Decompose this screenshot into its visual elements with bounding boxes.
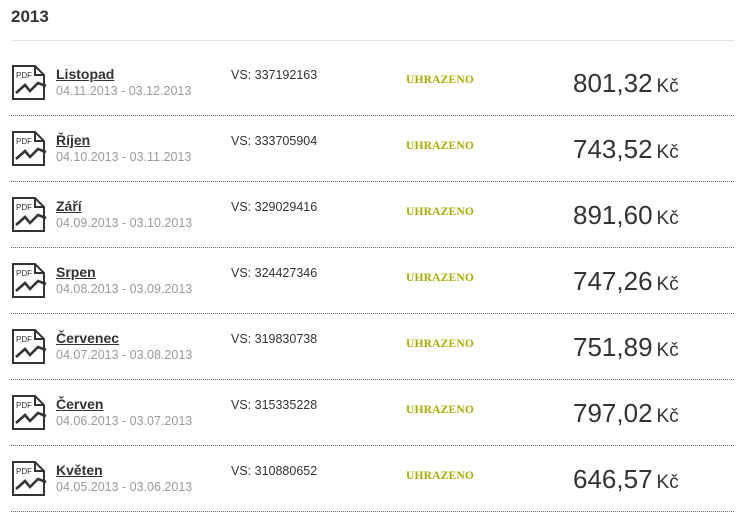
billing-period: 04.06.2013 - 03.07.2013	[56, 414, 193, 428]
invoice-amount: 801,32 Kč	[573, 68, 679, 99]
amount-value: 747,26	[573, 266, 653, 296]
invoice-row: PDF Červenec 04.07.2013 - 03.08.2013 VS:…	[11, 314, 734, 380]
invoice-amount: 751,89 Kč	[573, 332, 679, 363]
invoice-amount: 646,57 Kč	[573, 464, 679, 495]
status-badge: UHRAZENO	[406, 470, 475, 482]
svg-text:PDF: PDF	[16, 203, 32, 212]
invoice-row: PDF Listopad 04.11.2013 - 03.12.2013 VS:…	[11, 50, 734, 116]
invoice-list: PDF Listopad 04.11.2013 - 03.12.2013 VS:…	[11, 50, 734, 512]
svg-text:PDF: PDF	[16, 401, 32, 410]
status-badge: UHRAZENO	[406, 272, 475, 284]
invoice-row: PDF Srpen 04.08.2013 - 03.09.2013 VS: 32…	[11, 248, 734, 314]
pdf-icon-graphic: PDF	[12, 395, 47, 430]
invoice-row: PDF Říjen 04.10.2013 - 03.11.2013 VS: 33…	[11, 116, 734, 182]
status-badge: UHRAZENO	[406, 74, 475, 86]
pdf-icon[interactable]: PDF	[11, 64, 48, 101]
invoice-month-link[interactable]: Listopad	[56, 66, 114, 82]
billing-period: 04.11.2013 - 03.12.2013	[56, 84, 192, 98]
amount-value: 797,02	[573, 398, 653, 428]
invoice-row: PDF Červen 04.06.2013 - 03.07.2013 VS: 3…	[11, 380, 734, 446]
amount-currency: Kč	[656, 208, 679, 229]
invoice-row: PDF Září 04.09.2013 - 03.10.2013 VS: 329…	[11, 182, 734, 248]
pdf-icon[interactable]: PDF	[11, 196, 48, 233]
pdf-icon-graphic: PDF	[12, 263, 47, 298]
invoice-month-link[interactable]: Září	[56, 198, 82, 214]
billing-period: 04.08.2013 - 03.09.2013	[56, 282, 193, 296]
svg-text:PDF: PDF	[16, 137, 32, 146]
amount-currency: Kč	[656, 76, 679, 97]
variable-symbol: VS: 329029416	[231, 200, 318, 214]
svg-text:PDF: PDF	[16, 269, 32, 278]
variable-symbol: VS: 315335228	[231, 398, 318, 412]
amount-currency: Kč	[656, 340, 679, 361]
invoice-month-link[interactable]: Červen	[56, 396, 103, 412]
billing-period: 04.05.2013 - 03.06.2013	[56, 480, 193, 494]
pdf-icon-graphic: PDF	[12, 65, 47, 100]
amount-currency: Kč	[656, 472, 679, 493]
svg-text:PDF: PDF	[16, 335, 32, 344]
invoice-month-link[interactable]: Červenec	[56, 330, 119, 346]
pdf-icon[interactable]: PDF	[11, 328, 48, 365]
billing-period: 04.10.2013 - 03.11.2013	[56, 150, 192, 164]
invoice-row: PDF Květen 04.05.2013 - 03.06.2013 VS: 3…	[11, 446, 734, 512]
year-heading: 2013	[11, 7, 49, 26]
amount-value: 743,52	[573, 134, 653, 164]
pdf-icon-graphic: PDF	[12, 131, 47, 166]
billing-period: 04.07.2013 - 03.08.2013	[56, 348, 193, 362]
pdf-icon-graphic: PDF	[12, 461, 47, 496]
pdf-icon[interactable]: PDF	[11, 460, 48, 497]
status-badge: UHRAZENO	[406, 338, 475, 350]
invoice-month-link[interactable]: Říjen	[56, 132, 90, 148]
invoice-month-link[interactable]: Srpen	[56, 264, 96, 280]
invoice-amount: 747,26 Kč	[573, 266, 679, 297]
svg-text:PDF: PDF	[16, 467, 32, 476]
amount-currency: Kč	[656, 142, 679, 163]
invoice-amount: 797,02 Kč	[573, 398, 679, 429]
pdf-icon[interactable]: PDF	[11, 262, 48, 299]
status-badge: UHRAZENO	[406, 140, 475, 152]
divider	[11, 40, 734, 41]
variable-symbol: VS: 324427346	[231, 266, 318, 280]
amount-value: 801,32	[573, 68, 653, 98]
status-badge: UHRAZENO	[406, 206, 475, 218]
amount-currency: Kč	[656, 274, 679, 295]
amount-value: 891,60	[573, 200, 653, 230]
billing-period: 04.09.2013 - 03.10.2013	[56, 216, 193, 230]
pdf-icon-graphic: PDF	[12, 197, 47, 232]
invoice-amount: 743,52 Kč	[573, 134, 679, 165]
invoice-month-link[interactable]: Květen	[56, 462, 103, 478]
variable-symbol: VS: 333705904	[231, 134, 318, 148]
pdf-icon[interactable]: PDF	[11, 394, 48, 431]
amount-value: 646,57	[573, 464, 653, 494]
invoice-amount: 891,60 Kč	[573, 200, 679, 231]
amount-value: 751,89	[573, 332, 653, 362]
svg-text:PDF: PDF	[16, 71, 32, 80]
amount-currency: Kč	[656, 406, 679, 427]
pdf-icon-graphic: PDF	[12, 329, 47, 364]
pdf-icon[interactable]: PDF	[11, 130, 48, 167]
variable-symbol: VS: 310880652	[231, 464, 318, 478]
variable-symbol: VS: 319830738	[231, 332, 318, 346]
status-badge: UHRAZENO	[406, 404, 475, 416]
variable-symbol: VS: 337192163	[231, 68, 318, 82]
